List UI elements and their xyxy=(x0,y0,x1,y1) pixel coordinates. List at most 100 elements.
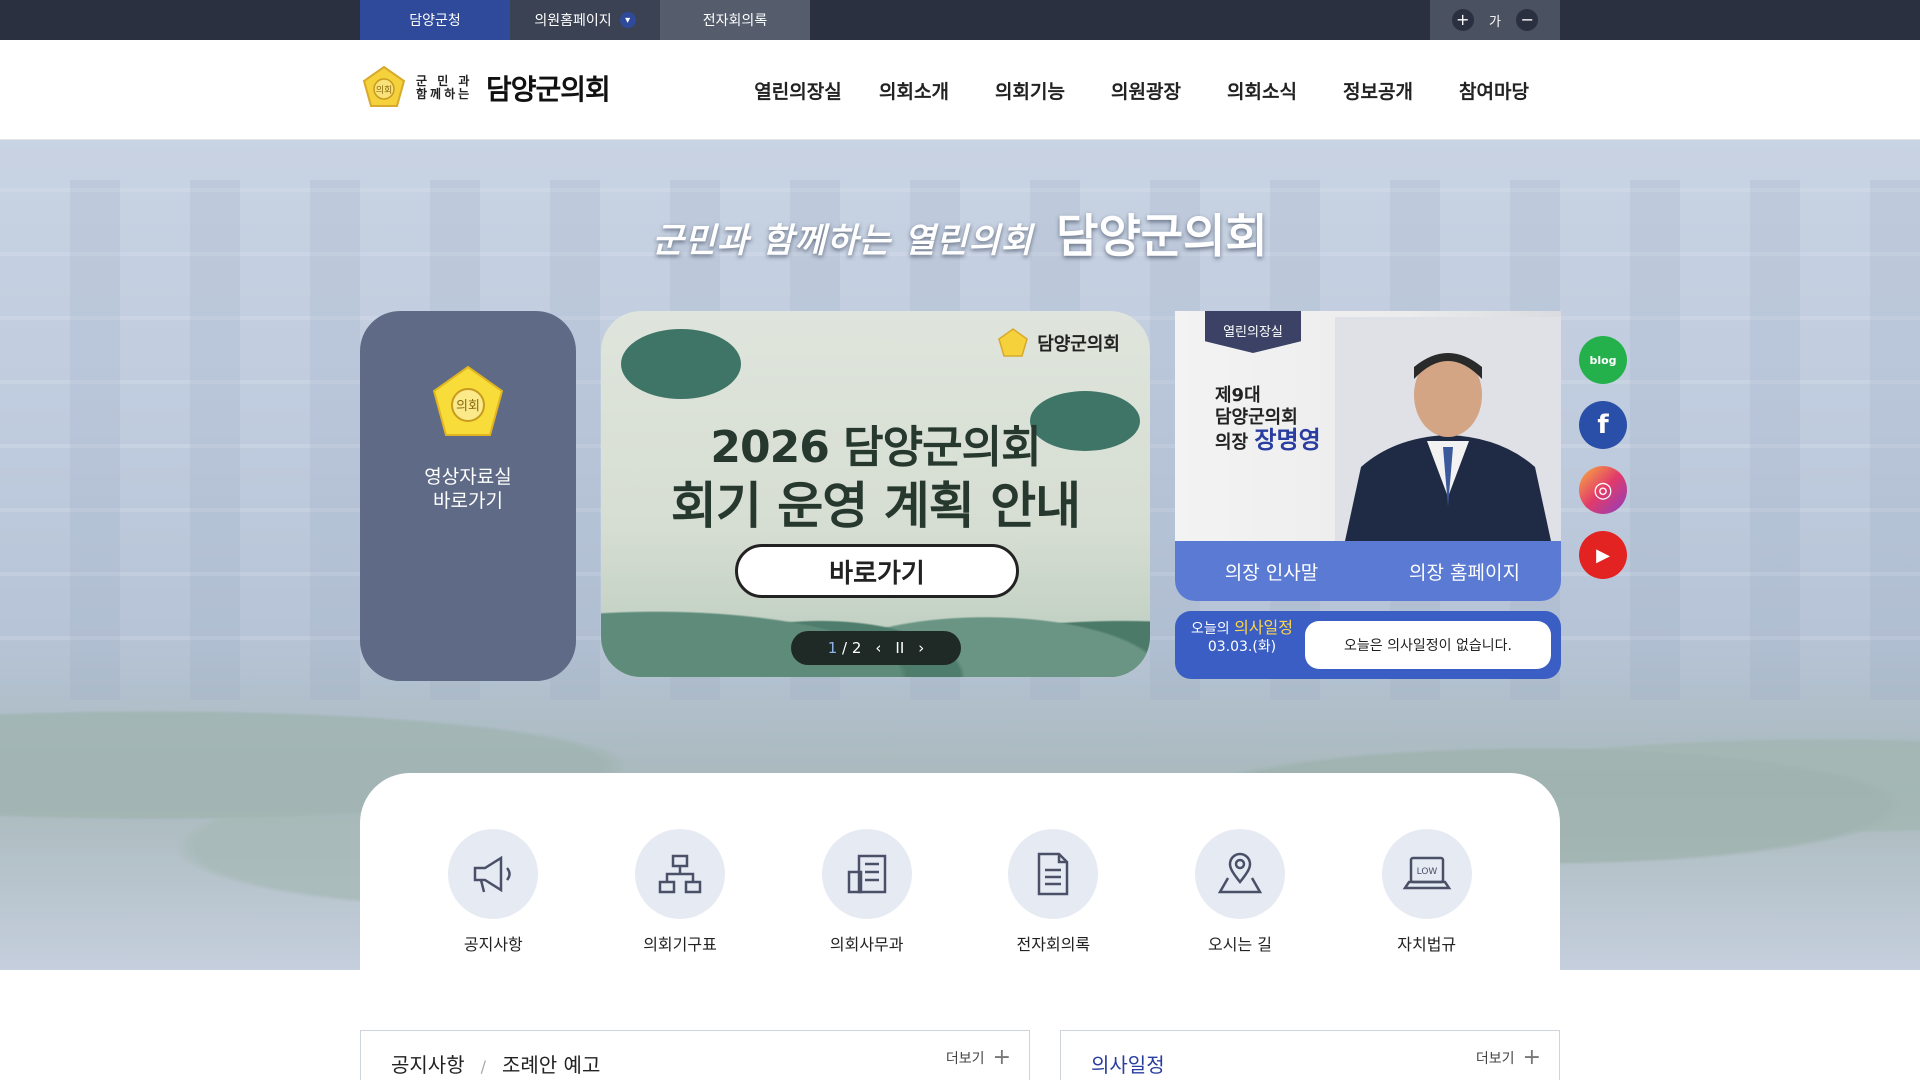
chairman-panel: 열린의장실 제9대 담양군의회 의장 장명영 의장 인사말 의장 홈페이지 xyxy=(1175,311,1561,601)
link-member-homepage-label: 의원홈페이지 xyxy=(534,10,611,30)
pager-current: 1 xyxy=(828,639,838,657)
banner-go-button[interactable]: 바로가기 xyxy=(735,544,1019,598)
chairman-term: 제9대 xyxy=(1215,385,1321,407)
today-schedule: 오늘의 의사일정 03.03.(화) 오늘은 의사일정이 없습니다. xyxy=(1175,611,1561,679)
instagram-icon[interactable]: ◎ xyxy=(1579,466,1627,514)
quick-org-chart-label: 의회기구표 xyxy=(643,931,717,955)
notice-board-tabs: 공지사항 / 조례안 예고 xyxy=(391,1049,600,1078)
chairman-greeting-button[interactable]: 의장 인사말 xyxy=(1175,541,1368,601)
video-archive-link[interactable]: 의회 영상자료실 바로가기 xyxy=(360,311,576,681)
chevron-left-icon[interactable]: ‹ xyxy=(875,639,881,657)
main-navigation: 열린의장실 의회소개 의회기능 의원광장 의회소식 정보공개 참여마당 xyxy=(740,40,1552,140)
quick-laws-circle: LOW xyxy=(1382,829,1472,919)
quick-office[interactable]: 의회사무과 xyxy=(773,829,960,970)
hero-slogan: 군민과 함께하는 열린의회 담양군의회 xyxy=(0,200,1920,266)
today-schedule-label: 오늘의 의사일정 03.03.(화) xyxy=(1191,619,1293,656)
quick-office-circle xyxy=(822,829,912,919)
schedule-prefix: 오늘의 xyxy=(1191,621,1230,637)
top-utility-bar: 담양군청 의원홈페이지 ▾ 전자회의록 + 가 − xyxy=(0,0,1920,40)
logo-tagline: 군 민 과 함께하는 xyxy=(416,75,478,101)
quick-directions[interactable]: 오시는 길 xyxy=(1147,829,1334,970)
chairman-info: 제9대 담양군의회 의장 장명영 xyxy=(1215,385,1321,454)
main-banner-slide[interactable]: 담양군의회 2026 담양군의회 회기 운영 계획 안내 바로가기 1 / 2 … xyxy=(601,311,1150,677)
site-logo[interactable]: 의회 군 민 과 함께하는 담양군의회 xyxy=(360,64,610,112)
font-label: 가 xyxy=(1489,11,1501,30)
font-decrease-button[interactable]: − xyxy=(1516,9,1538,31)
council-emblem-icon: 의회 xyxy=(428,363,508,443)
quick-directions-circle xyxy=(1195,829,1285,919)
site-links: 담양군청 의원홈페이지 ▾ 전자회의록 xyxy=(360,0,810,40)
quick-org-chart[interactable]: 의회기구표 xyxy=(587,829,774,970)
chairman-role: 의장 xyxy=(1215,432,1248,453)
youtube-icon[interactable]: ▶ xyxy=(1579,531,1627,579)
pause-icon[interactable]: II xyxy=(895,639,904,657)
link-member-homepage[interactable]: 의원홈페이지 ▾ xyxy=(510,0,660,40)
map-pin-icon xyxy=(1214,848,1266,900)
svg-text:의회: 의회 xyxy=(456,399,480,414)
banner-pager: 1 / 2 ‹ II › xyxy=(791,631,961,665)
nav-participation[interactable]: 참여마당 xyxy=(1436,77,1552,104)
nav-about[interactable]: 의회소개 xyxy=(856,77,972,104)
pager-total: / 2 xyxy=(842,639,861,657)
pager-counter: 1 / 2 xyxy=(828,639,862,657)
link-county-office[interactable]: 담양군청 xyxy=(360,0,510,40)
document-icon xyxy=(1027,848,1079,900)
chevron-down-icon: ▾ xyxy=(620,12,636,28)
quick-notice[interactable]: 공지사항 xyxy=(400,829,587,970)
slogan-line-1: 군민과 함께하는 열린의회 xyxy=(652,221,1033,261)
chairman-homepage-button[interactable]: 의장 홈페이지 xyxy=(1368,541,1561,601)
quick-e-minutes-circle xyxy=(1008,829,1098,919)
schedule-message: 오늘은 의사일정이 없습니다. xyxy=(1305,621,1551,669)
tab-ordinance-notice[interactable]: 조례안 예고 xyxy=(502,1053,600,1077)
office-icon xyxy=(841,848,893,900)
sns-links: blog f ◎ ▶ xyxy=(1579,336,1627,579)
plus-icon: + xyxy=(993,1047,1011,1069)
council-emblem-icon xyxy=(997,327,1029,359)
chairman-name: 장명영 xyxy=(1254,426,1320,454)
facebook-icon[interactable]: f xyxy=(1579,401,1627,449)
notice-more-label: 더보기 xyxy=(946,1048,985,1068)
link-e-minutes[interactable]: 전자회의록 xyxy=(660,0,810,40)
org-chart-icon xyxy=(654,848,706,900)
quick-e-minutes[interactable]: 전자회의록 xyxy=(960,829,1147,970)
pine-tree-decoration xyxy=(621,329,741,399)
header: 의회 군 민 과 함께하는 담양군의회 열린의장실 의회소개 의회기능 의원광장… xyxy=(0,40,1920,140)
megaphone-icon xyxy=(467,848,519,900)
slogan-line-2: 담양군의회 xyxy=(1056,209,1268,263)
plus-icon: + xyxy=(1523,1047,1541,1069)
schedule-board: 의사일정 더보기 + xyxy=(1060,1030,1560,1080)
quick-directions-label: 오시는 길 xyxy=(1208,931,1272,955)
schedule-more-button[interactable]: 더보기 + xyxy=(1476,1047,1541,1069)
font-size-control: + 가 − xyxy=(1430,0,1560,40)
banner-logo-text: 담양군의회 xyxy=(1037,330,1120,356)
quick-org-chart-circle xyxy=(635,829,725,919)
blog-icon[interactable]: blog xyxy=(1579,336,1627,384)
nav-disclosure[interactable]: 정보공개 xyxy=(1320,77,1436,104)
banner-logo: 담양군의회 xyxy=(997,327,1120,359)
schedule-more-label: 더보기 xyxy=(1476,1048,1515,1068)
nav-members[interactable]: 의원광장 xyxy=(1088,77,1204,104)
logo-title: 담양군의회 xyxy=(486,68,610,108)
quick-notice-circle xyxy=(448,829,538,919)
quick-laws-label: 자치법규 xyxy=(1397,931,1456,955)
notice-board: 공지사항 / 조례안 예고 더보기 + xyxy=(360,1030,1030,1080)
font-increase-button[interactable]: + xyxy=(1452,9,1474,31)
quick-laws[interactable]: LOW 자치법규 xyxy=(1333,829,1520,970)
chairman-tag: 열린의장실 xyxy=(1205,311,1301,353)
svg-text:의회: 의회 xyxy=(376,85,393,96)
tab-notice[interactable]: 공지사항 xyxy=(391,1053,465,1077)
tab-separator: / xyxy=(481,1057,486,1076)
nav-functions[interactable]: 의회기능 xyxy=(972,77,1088,104)
quick-notice-label: 공지사항 xyxy=(464,931,523,955)
chevron-right-icon[interactable]: › xyxy=(918,639,924,657)
chairman-name-line: 의장 장명영 xyxy=(1215,429,1321,454)
schedule-board-title: 의사일정 xyxy=(1091,1049,1165,1078)
nav-news[interactable]: 의회소식 xyxy=(1204,77,1320,104)
nav-open-chair[interactable]: 열린의장실 xyxy=(740,77,856,104)
schedule-heading: 오늘의 의사일정 xyxy=(1191,619,1293,638)
chairman-photo xyxy=(1335,317,1561,541)
chairman-links: 의장 인사말 의장 홈페이지 xyxy=(1175,541,1561,601)
notice-more-button[interactable]: 더보기 + xyxy=(946,1047,1011,1069)
banner-title-2: 회기 운영 계획 안내 xyxy=(601,466,1150,538)
council-emblem-icon: 의회 xyxy=(360,64,408,112)
